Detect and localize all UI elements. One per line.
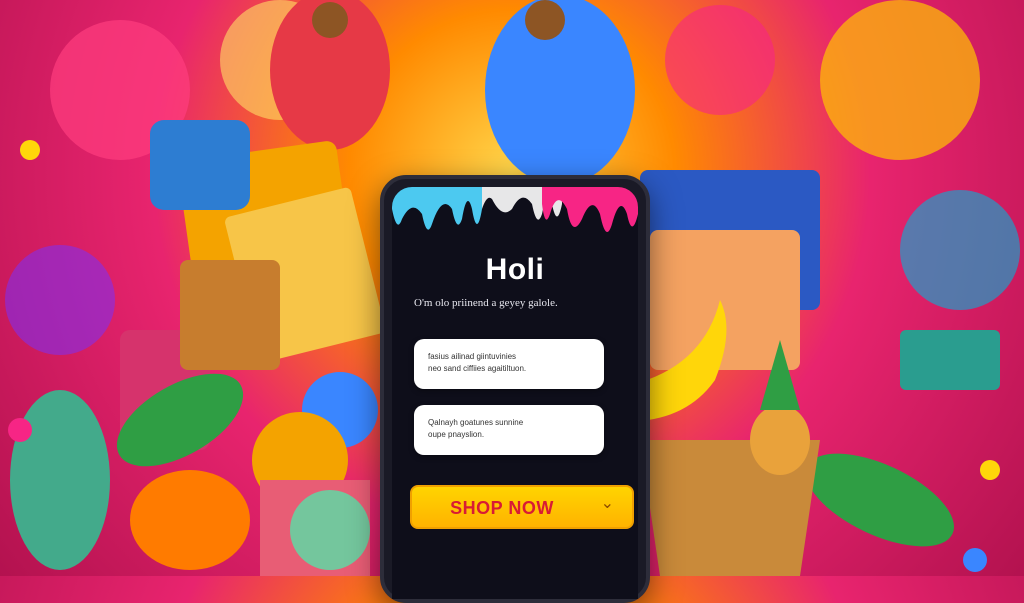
phone-mockup: Holi O'm olo priinend a geyey galole. fa… bbox=[380, 175, 650, 603]
leaf bbox=[10, 390, 110, 570]
chevron-down-icon: ⌄ bbox=[600, 495, 614, 512]
info-card-line: fasius ailinad giintuvinies bbox=[428, 352, 517, 361]
color-splash bbox=[820, 0, 980, 160]
app-tagline: O'm olo priinend a geyey galole. bbox=[414, 297, 558, 309]
shop-now-button[interactable]: SHOP NOW ⌄ bbox=[410, 485, 634, 529]
cash-note bbox=[900, 330, 1000, 390]
info-card[interactable]: Qalnayh goatunes sunnine oupe pnayslion. bbox=[414, 405, 604, 455]
info-card[interactable]: fasius ailinad giintuvinies neo sand cif… bbox=[414, 339, 604, 389]
pineapple bbox=[750, 405, 810, 475]
confetti-dot bbox=[963, 548, 987, 572]
color-splash bbox=[665, 5, 775, 115]
color-splash bbox=[900, 190, 1020, 310]
leaf bbox=[806, 453, 954, 547]
dancer-head bbox=[312, 2, 348, 38]
box-item bbox=[150, 120, 250, 210]
info-card-line: Qalnayh goatunes sunnine bbox=[428, 418, 524, 427]
confetti-dot bbox=[8, 418, 32, 442]
paint-drip-decoration bbox=[392, 187, 638, 232]
confetti-dot bbox=[980, 460, 1000, 480]
dancer-head bbox=[525, 0, 565, 40]
jar bbox=[180, 260, 280, 370]
app-title: Holi bbox=[485, 253, 545, 286]
color-splash bbox=[5, 245, 115, 355]
fruit bbox=[130, 470, 250, 570]
info-card-line: oupe pnayslion. bbox=[428, 430, 485, 439]
confetti-dot bbox=[20, 140, 40, 160]
phone-screen: Holi O'm olo priinend a geyey galole. fa… bbox=[392, 187, 638, 599]
info-card-line: neo sand ciffiies agaitiltuon. bbox=[428, 364, 527, 373]
cabbage bbox=[290, 490, 370, 570]
shop-now-label: SHOP NOW bbox=[450, 498, 554, 518]
